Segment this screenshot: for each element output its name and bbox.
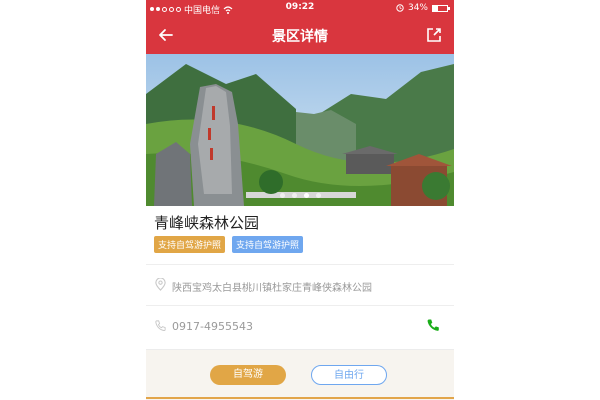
bottom-accent-line <box>146 397 454 399</box>
scenic-photo-carousel[interactable] <box>146 54 454 206</box>
carousel-indicator <box>146 193 454 198</box>
status-bar: 中国电信 09:22 34% <box>146 0 454 16</box>
tab-free-travel[interactable]: 自由行 <box>311 365 387 385</box>
tab-self-drive[interactable]: 自驾游 <box>210 365 286 385</box>
carousel-dot[interactable] <box>303 193 309 198</box>
phone-row[interactable]: 0917-4955543 <box>146 305 454 346</box>
badge-self-drive-passport: 支持自驾游护照 <box>154 236 226 253</box>
location-pin-icon <box>155 278 166 291</box>
phone-screen: 中国电信 09:22 34% 景区详情 青峰峡森林公园 支持自驾游护照 支持自驾… <box>146 0 454 400</box>
share-icon[interactable] <box>424 25 444 45</box>
scenic-name: 青峰峡森林公园 <box>154 214 260 232</box>
battery-percent: 34% <box>407 3 428 13</box>
phone-icon <box>155 320 166 332</box>
alarm-icon <box>396 4 404 12</box>
badge-self-drive-passport-alt: 支持自驾游护照 <box>232 236 304 253</box>
scenic-photo <box>146 54 454 206</box>
carousel-dot[interactable] <box>315 193 321 198</box>
battery-icon <box>432 4 450 12</box>
travel-mode-bar: 自驾游 自由行 <box>146 349 454 400</box>
badge-list: 支持自驾游护照 支持自驾游护照 <box>154 236 304 253</box>
phone-number: 0917-4955543 <box>172 320 253 333</box>
address-row[interactable]: 陕西宝鸡太白县桃川镇杜家庄青峰侠森林公园 <box>146 264 454 305</box>
battery-area: 34% <box>396 3 450 13</box>
carousel-dot[interactable] <box>279 193 285 198</box>
nav-bar: 景区详情 <box>146 16 454 54</box>
page-title: 景区详情 <box>272 29 328 45</box>
call-icon[interactable] <box>426 318 440 332</box>
address-text: 陕西宝鸡太白县桃川镇杜家庄青峰侠森林公园 <box>172 283 372 294</box>
carousel-dot[interactable] <box>291 193 297 198</box>
